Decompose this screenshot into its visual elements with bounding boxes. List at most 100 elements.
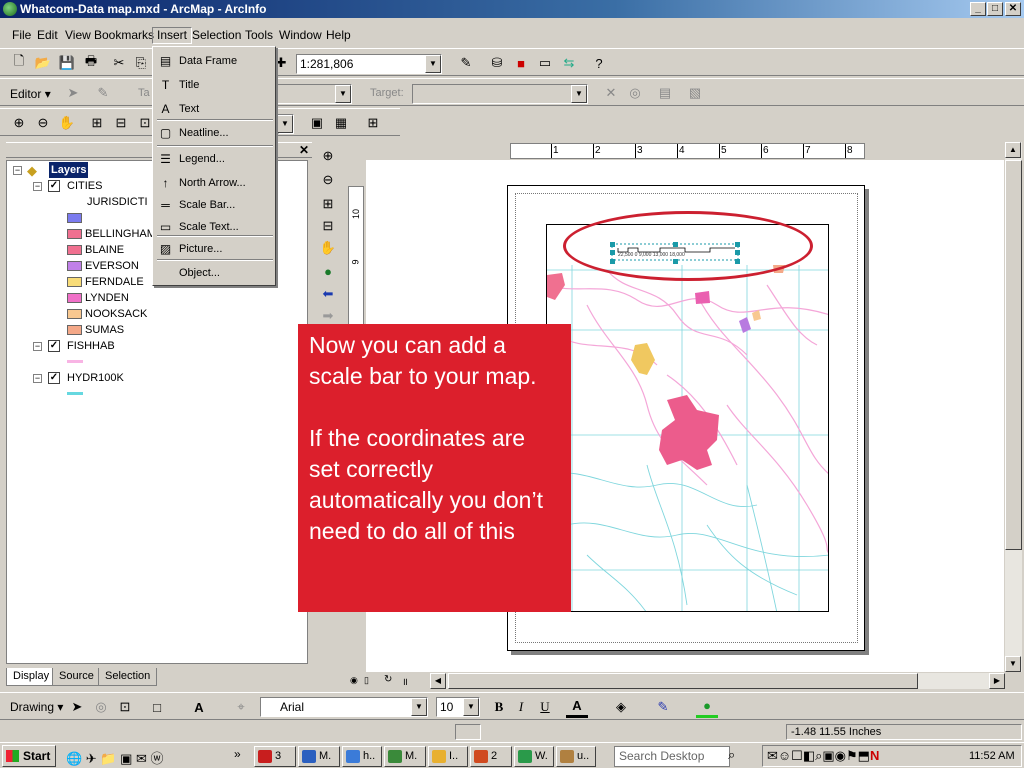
- zoom-out-icon[interactable]: ⊖: [318, 170, 338, 190]
- change-layout-icon[interactable]: ⊞: [362, 112, 384, 134]
- zoom-in-page-icon[interactable]: ⊕: [8, 112, 30, 134]
- cities-visibility-checkbox[interactable]: ✓: [48, 180, 60, 192]
- chevron-down-icon[interactable]: ▼: [411, 698, 427, 716]
- hydro-visibility-checkbox[interactable]: ✓: [48, 372, 60, 384]
- editor-toolbar-icon[interactable]: ✎: [455, 52, 477, 74]
- arctoolbox-icon[interactable]: ■: [510, 52, 532, 74]
- data-frame[interactable]: [546, 224, 829, 612]
- text-tool-icon[interactable]: A: [188, 696, 210, 718]
- insert-menu-item-data-frame[interactable]: ▤ Data Frame: [155, 49, 273, 73]
- underline-button[interactable]: U: [534, 696, 556, 718]
- horizontal-scroll-thumb[interactable]: [448, 673, 918, 689]
- toc-layers-root[interactable]: Layers: [49, 162, 89, 178]
- arccatalog-icon[interactable]: ⛁: [486, 52, 508, 74]
- toc-layer-fishhab[interactable]: FISHHAB: [67, 338, 115, 354]
- fill-color-icon[interactable]: ◈: [610, 696, 632, 718]
- insert-menu-item-object[interactable]: Object...: [155, 261, 273, 285]
- scroll-down-icon[interactable]: ▼: [1005, 656, 1021, 672]
- line-color-icon[interactable]: ✎: [652, 696, 674, 718]
- chevron-down-icon[interactable]: ▼: [463, 698, 479, 716]
- quick-launch-overflow-icon[interactable]: »: [234, 747, 241, 761]
- full-extent-globe-icon[interactable]: ●: [318, 262, 338, 282]
- fixed-zoom-in-icon[interactable]: ⊞: [318, 194, 338, 214]
- desktop-search-input[interactable]: Search Desktop: [614, 746, 730, 767]
- vertical-scrollbar[interactable]: ▲ ▼: [1005, 142, 1022, 672]
- rotate-element-icon[interactable]: ◎: [90, 696, 112, 718]
- map-scale-combo[interactable]: 1:281,806 ▼: [296, 54, 442, 74]
- layout-view-icon[interactable]: ▯: [364, 675, 369, 686]
- pan-page-icon[interactable]: ✋: [56, 112, 78, 134]
- whats-this-help-icon[interactable]: ?: [588, 52, 610, 74]
- quick-launch-icons[interactable]: 🌐 ✈ 📁 ▣ ✉ ⓦ: [66, 748, 164, 767]
- italic-button[interactable]: I: [510, 696, 532, 718]
- collapse-icon[interactable]: −: [33, 374, 42, 383]
- taskbar-button[interactable]: 2: [470, 746, 512, 767]
- pause-icon[interactable]: ॥: [402, 674, 408, 688]
- font-name-combo[interactable]: Arial ▼: [260, 697, 428, 717]
- copy-icon[interactable]: ⎘: [130, 52, 152, 74]
- select-elements-icon[interactable]: ➤: [66, 696, 88, 718]
- refresh-icon[interactable]: ↻: [384, 674, 392, 685]
- insert-menu-item-neatline[interactable]: ▢ Neatline...: [155, 121, 273, 145]
- fixed-zoom-in-icon[interactable]: ⊞: [86, 112, 108, 134]
- toc-layer-cities[interactable]: CITIES: [67, 178, 102, 194]
- maximize-button[interactable]: □: [987, 2, 1003, 16]
- chevron-down-icon[interactable]: ▼: [425, 55, 441, 73]
- split-tool-icon[interactable]: ✕: [600, 82, 622, 104]
- target-combo[interactable]: ▼: [412, 84, 588, 104]
- insert-menu-item-north-arrow[interactable]: ↑ North Arrow...: [155, 171, 273, 195]
- taskbar-button[interactable]: h..: [342, 746, 382, 767]
- cut-icon[interactable]: ✂: [108, 52, 130, 74]
- sketch-tool-icon[interactable]: ✎: [92, 82, 114, 104]
- edit-pointer-icon[interactable]: ➤: [62, 82, 84, 104]
- tab-selection[interactable]: Selection: [98, 668, 158, 686]
- save-icon[interactable]: 💾: [56, 52, 78, 74]
- insert-menu-item-picture[interactable]: ▨ Picture...: [155, 237, 273, 261]
- insert-menu-item-scale-bar[interactable]: ═ Scale Bar...: [155, 193, 273, 217]
- zoom-percent-combo[interactable]: ▼: [277, 114, 294, 134]
- marker-color-icon[interactable]: ●: [696, 696, 718, 718]
- menu-tools[interactable]: Tools: [241, 27, 277, 44]
- rotate-tool-icon[interactable]: ◎: [624, 82, 646, 104]
- fixed-zoom-out-icon[interactable]: ⊟: [110, 112, 132, 134]
- rectangle-tool-icon[interactable]: □: [146, 696, 168, 718]
- taskbar-button[interactable]: W.: [514, 746, 554, 767]
- search-icon[interactable]: ⌕: [728, 747, 735, 763]
- model-builder-icon[interactable]: ⇆: [558, 52, 580, 74]
- open-folder-icon[interactable]: 📂: [32, 52, 54, 74]
- font-color-icon[interactable]: A: [566, 696, 588, 718]
- font-size-combo[interactable]: 10 ▼: [436, 697, 480, 717]
- data-view-icon[interactable]: ◉: [350, 675, 358, 686]
- close-button[interactable]: ✕: [1005, 2, 1021, 16]
- taskbar-button[interactable]: 3: [254, 746, 296, 767]
- taskbar-button[interactable]: M.: [298, 746, 340, 767]
- collapse-icon[interactable]: −: [33, 342, 42, 351]
- chevron-down-icon[interactable]: ▼: [571, 85, 587, 103]
- zoom-out-page-icon[interactable]: ⊖: [32, 112, 54, 134]
- tab-source[interactable]: Source: [52, 668, 101, 686]
- pan-hand-icon[interactable]: ✋: [318, 238, 338, 258]
- insert-menu-item-legend[interactable]: ☰ Legend...: [155, 147, 273, 171]
- close-toc-icon[interactable]: ✕: [299, 143, 309, 157]
- drawing-menu-button[interactable]: Drawing ▾: [10, 700, 63, 714]
- edit-vertices-icon[interactable]: ⌖: [230, 696, 252, 718]
- collapse-icon[interactable]: −: [33, 182, 42, 191]
- zoom-to-selected-icon[interactable]: ⊡: [114, 696, 136, 718]
- collapse-icon[interactable]: −: [13, 166, 22, 175]
- focus-frame-icon[interactable]: ▦: [330, 112, 352, 134]
- fishhab-visibility-checkbox[interactable]: ✓: [48, 340, 60, 352]
- command-line-icon[interactable]: ▭: [534, 52, 556, 74]
- tray-icons[interactable]: ✉☺☐◧⌕▣◉⚑⬒N: [767, 748, 879, 764]
- zoom-in-icon[interactable]: ⊕: [318, 146, 338, 166]
- insert-menu-item-title[interactable]: T Title: [155, 73, 273, 97]
- menu-help[interactable]: Help: [322, 27, 355, 44]
- insert-menu-item-text[interactable]: A Text: [155, 97, 273, 121]
- taskbar-button[interactable]: I..: [428, 746, 468, 767]
- sketch-properties-icon[interactable]: ▧: [684, 82, 706, 104]
- new-document-icon[interactable]: 🗋: [8, 52, 30, 74]
- chevron-down-icon[interactable]: ▼: [277, 115, 293, 133]
- taskbar-button[interactable]: M.: [384, 746, 426, 767]
- menu-edit[interactable]: Edit: [33, 27, 62, 44]
- tab-display[interactable]: Display: [6, 668, 57, 686]
- print-icon[interactable]: 🖶: [80, 52, 102, 74]
